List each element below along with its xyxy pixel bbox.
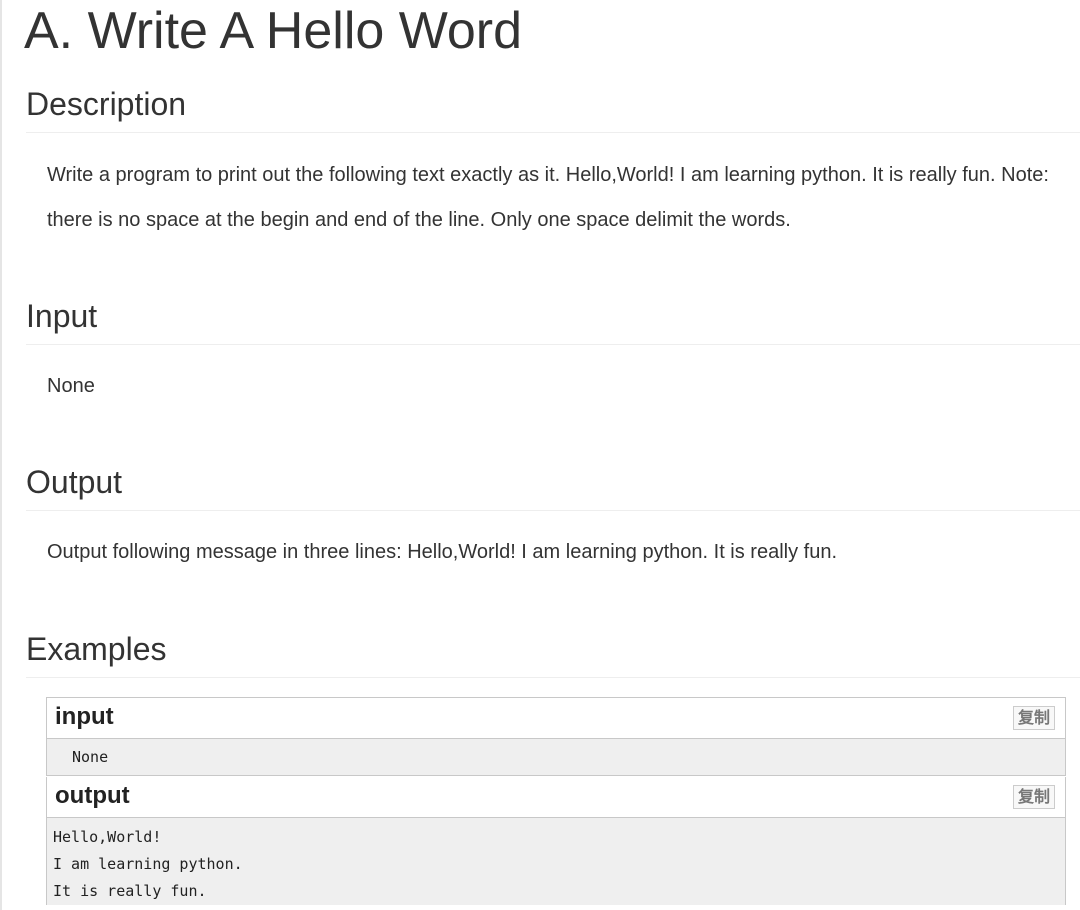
output-heading: Output	[26, 462, 1080, 511]
sample-output-block: output 复制 Hello,World! I am learning pyt…	[46, 777, 1066, 905]
description-heading: Description	[26, 84, 1080, 133]
description-text: Write a program to print out the followi…	[47, 164, 1049, 231]
sample-output-label: output	[55, 782, 130, 809]
input-heading: Input	[26, 296, 1080, 345]
sample-input-block: input 复制 None	[46, 697, 1066, 776]
problem-title: A. Write A Hello Word	[24, 2, 523, 60]
copy-output-button[interactable]: 复制	[1012, 785, 1055, 809]
problem-page: A. Write A Hello Word Description Write …	[0, 0, 1080, 910]
sample-input-content: None	[47, 739, 1065, 775]
input-text: None	[47, 375, 95, 397]
examples-heading: Examples	[26, 629, 1080, 678]
sample-input-header: input 复制	[47, 698, 1065, 739]
sample-output-content: Hello,World! I am learning python. It is…	[47, 818, 1065, 905]
sample-input-label: input	[55, 703, 114, 730]
sample-output-header: output 复制	[47, 777, 1065, 818]
copy-input-button[interactable]: 复制	[1012, 706, 1055, 730]
output-text: Output following message in three lines:…	[47, 541, 838, 563]
